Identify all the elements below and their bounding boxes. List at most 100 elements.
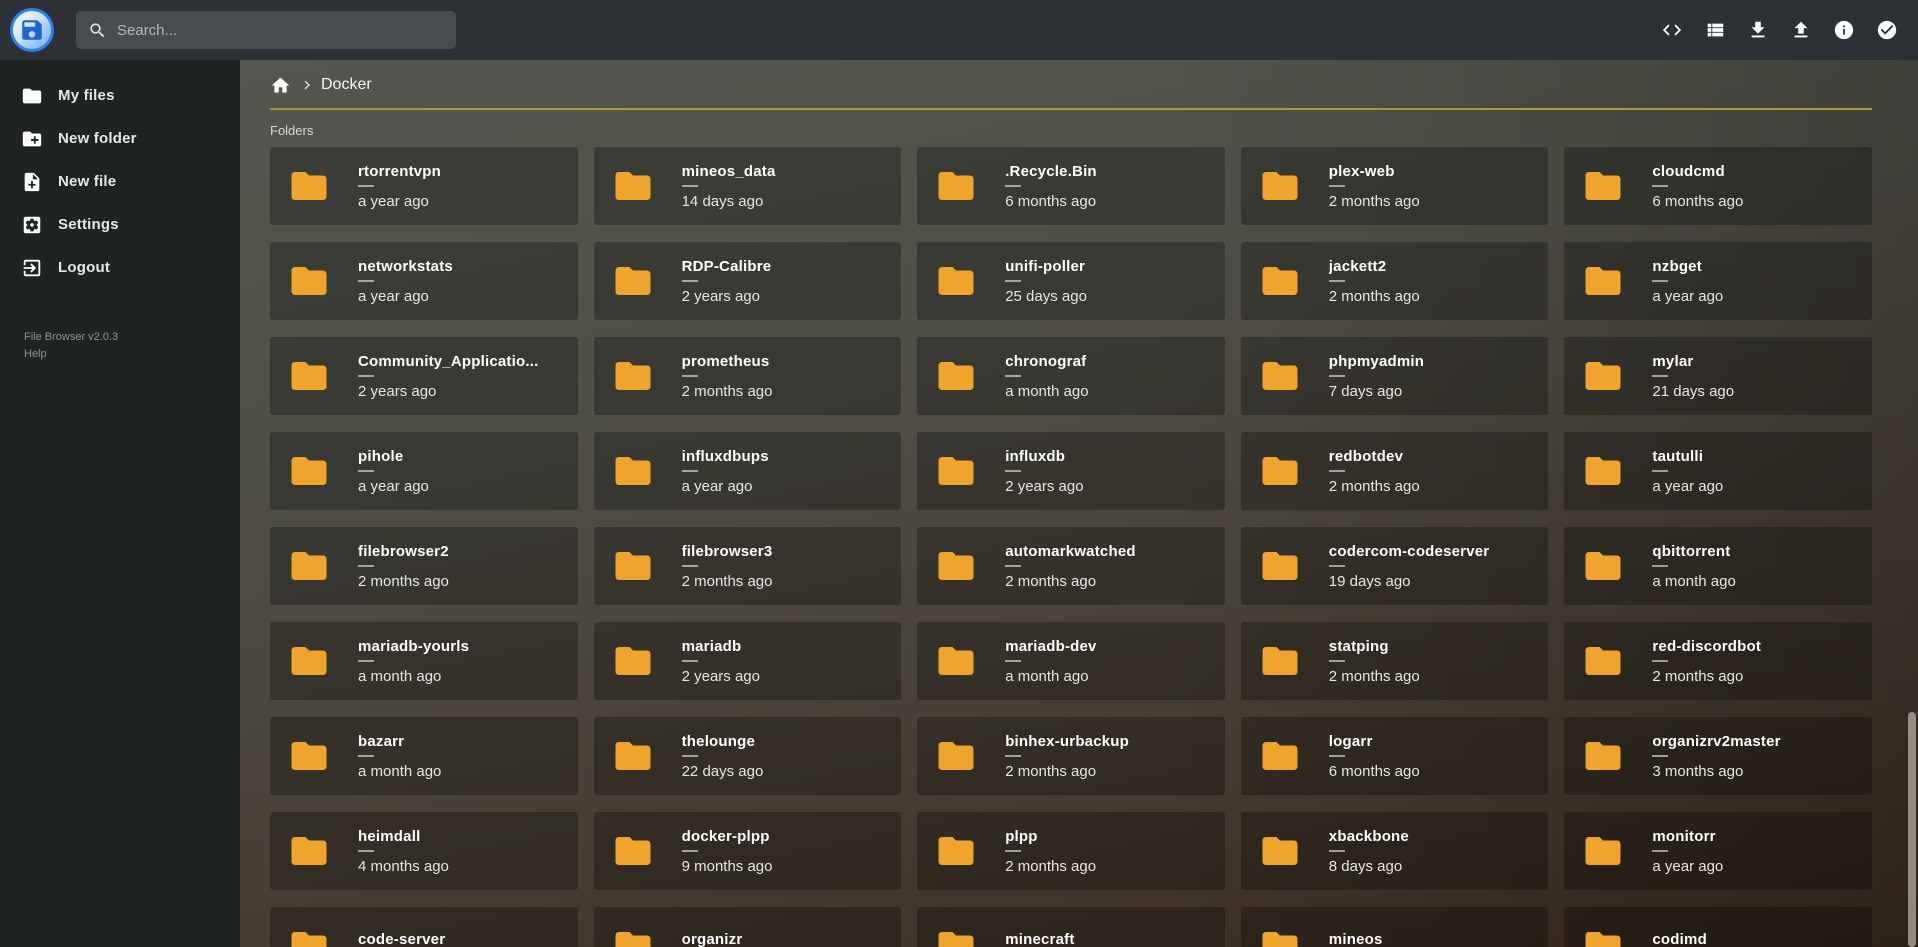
info-icon[interactable]	[1833, 19, 1855, 41]
search-icon	[88, 21, 107, 40]
search-input[interactable]	[117, 22, 444, 39]
folder-card[interactable]: heimdall 4 months ago	[270, 812, 578, 890]
sidebar-footer: File Browser v2.0.3 Help	[0, 329, 240, 363]
folder-meta: xbackbone 8 days ago	[1329, 828, 1539, 875]
upload-icon[interactable]	[1790, 19, 1812, 41]
folder-card[interactable]: codercom-codeserver 19 days ago	[1241, 527, 1549, 605]
folder-card[interactable]: chronograf a month ago	[917, 337, 1225, 415]
folder-card[interactable]: mineos	[1241, 907, 1549, 947]
folder-icon	[1255, 735, 1305, 777]
folder-card[interactable]: prometheus 2 months ago	[594, 337, 902, 415]
folder-modified-time: a month ago	[1005, 668, 1215, 685]
folder-card[interactable]: plex-web 2 months ago	[1241, 147, 1549, 225]
folder-card[interactable]: mariadb-yourls a month ago	[270, 622, 578, 700]
folder-card[interactable]: automarkwatched 2 months ago	[917, 527, 1225, 605]
folder-card[interactable]: qbittorrent a month ago	[1564, 527, 1872, 605]
folder-card[interactable]: thelounge 22 days ago	[594, 717, 902, 795]
folder-card[interactable]: filebrowser2 2 months ago	[270, 527, 578, 605]
folder-icon	[931, 165, 981, 207]
main-content: Docker Folders rtorrentvpn a year ago	[240, 60, 1918, 947]
folder-card[interactable]: statping 2 months ago	[1241, 622, 1549, 700]
folder-card[interactable]: pihole a year ago	[270, 432, 578, 510]
folder-card[interactable]: redbotdev 2 months ago	[1241, 432, 1549, 510]
folder-icon	[1578, 735, 1628, 777]
folder-card[interactable]: codimd	[1564, 907, 1872, 947]
folder-icon	[931, 830, 981, 872]
sidebar-item-new-folder[interactable]: New folder	[0, 117, 240, 160]
folder-modified-time: a year ago	[1652, 478, 1862, 495]
folder-modified-time: 14 days ago	[682, 193, 892, 210]
folder-card[interactable]: mariadb-dev a month ago	[917, 622, 1225, 700]
folder-card[interactable]: red-discordbot 2 months ago	[1564, 622, 1872, 700]
scrollbar-thumb[interactable]	[1908, 712, 1916, 947]
folder-card[interactable]: mineos_data 14 days ago	[594, 147, 902, 225]
folder-icon	[608, 925, 658, 947]
folder-card[interactable]: .Recycle.Bin 6 months ago	[917, 147, 1225, 225]
folder-divider	[1005, 660, 1021, 662]
folder-card[interactable]: RDP-Calibre 2 years ago	[594, 242, 902, 320]
app-logo[interactable]	[10, 8, 54, 52]
folder-card[interactable]: influxdbups a year ago	[594, 432, 902, 510]
folder-modified-time: 2 months ago	[1005, 573, 1215, 590]
folder-card[interactable]: networkstats a year ago	[270, 242, 578, 320]
select-all-icon[interactable]	[1876, 19, 1898, 41]
folder-meta: code-server	[358, 931, 568, 947]
folder-name: tautulli	[1652, 448, 1862, 465]
folders-grid: rtorrentvpn a year ago mineos_data 14 da…	[270, 147, 1872, 947]
folder-card[interactable]: phpmyadmin 7 days ago	[1241, 337, 1549, 415]
home-icon[interactable]	[270, 75, 291, 96]
folder-meta: heimdall 4 months ago	[358, 828, 568, 875]
folder-name: red-discordbot	[1652, 638, 1862, 655]
folder-modified-time: 2 years ago	[682, 288, 892, 305]
folder-card[interactable]: organizr	[594, 907, 902, 947]
folder-modified-time: 6 months ago	[1652, 193, 1862, 210]
help-link[interactable]: Help	[24, 346, 47, 363]
folder-icon	[284, 450, 334, 492]
folder-card[interactable]: bazarr a month ago	[270, 717, 578, 795]
folder-card[interactable]: rtorrentvpn a year ago	[270, 147, 578, 225]
folder-card[interactable]: organizrv2master 3 months ago	[1564, 717, 1872, 795]
folder-card[interactable]: minecraft	[917, 907, 1225, 947]
folder-name: nzbget	[1652, 258, 1862, 275]
sidebar-item-my-files[interactable]: My files	[0, 74, 240, 117]
folder-icon	[1578, 450, 1628, 492]
folder-card[interactable]: influxdb 2 years ago	[917, 432, 1225, 510]
folder-card[interactable]: nzbget a year ago	[1564, 242, 1872, 320]
folder-name: redbotdev	[1329, 448, 1539, 465]
folder-card[interactable]: monitorr a year ago	[1564, 812, 1872, 890]
folder-card[interactable]: unifi-poller 25 days ago	[917, 242, 1225, 320]
folder-name: codercom-codeserver	[1329, 543, 1539, 560]
folder-card[interactable]: mariadb 2 years ago	[594, 622, 902, 700]
breadcrumb-current[interactable]: Docker	[321, 76, 372, 94]
download-icon[interactable]	[1747, 19, 1769, 41]
folder-modified-time: 22 days ago	[682, 763, 892, 780]
folder-card[interactable]: code-server	[270, 907, 578, 947]
folder-divider	[358, 185, 374, 187]
sidebar-item-new-file[interactable]: New file	[0, 160, 240, 203]
list-view-icon[interactable]	[1704, 19, 1726, 41]
folder-card[interactable]: jackett2 2 months ago	[1241, 242, 1549, 320]
folder-divider	[1005, 375, 1021, 377]
folder-card[interactable]: Community_Applicatio... 2 years ago	[270, 337, 578, 415]
folder-meta: bazarr a month ago	[358, 733, 568, 780]
folder-divider	[358, 850, 374, 852]
folder-divider	[1329, 280, 1345, 282]
folder-icon	[284, 165, 334, 207]
folder-card[interactable]: binhex-urbackup 2 months ago	[917, 717, 1225, 795]
folder-card[interactable]: docker-plpp 9 months ago	[594, 812, 902, 890]
folder-card[interactable]: xbackbone 8 days ago	[1241, 812, 1549, 890]
folder-card[interactable]: tautulli a year ago	[1564, 432, 1872, 510]
folder-card[interactable]: logarr 6 months ago	[1241, 717, 1549, 795]
folder-divider	[682, 185, 698, 187]
folder-modified-time: a month ago	[1652, 573, 1862, 590]
sidebar-item-logout[interactable]: Logout	[0, 246, 240, 289]
folder-card[interactable]: mylar 21 days ago	[1564, 337, 1872, 415]
folder-divider	[682, 850, 698, 852]
folder-card[interactable]: filebrowser3 2 months ago	[594, 527, 902, 605]
folder-card[interactable]: cloudcmd 6 months ago	[1564, 147, 1872, 225]
floppy-disk-icon	[13, 11, 51, 49]
folder-card[interactable]: plpp 2 months ago	[917, 812, 1225, 890]
folder-name: heimdall	[358, 828, 568, 845]
sidebar-item-settings[interactable]: Settings	[0, 203, 240, 246]
code-icon[interactable]	[1661, 19, 1683, 41]
